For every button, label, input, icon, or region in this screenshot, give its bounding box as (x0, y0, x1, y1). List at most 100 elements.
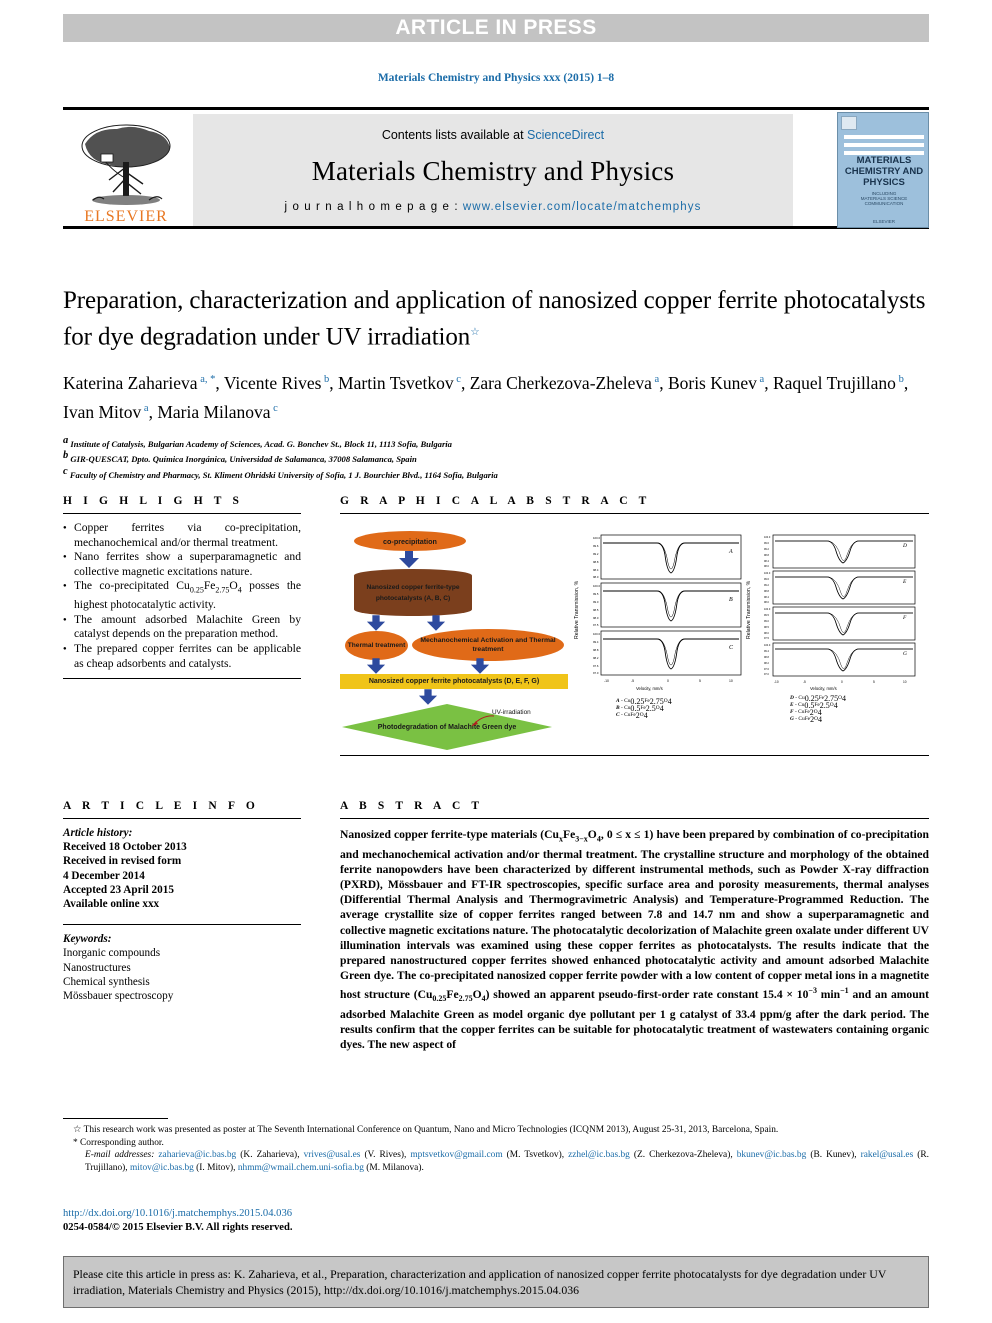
svg-text:99.2: 99.2 (764, 584, 769, 587)
abstract-text: Nanosized copper ferrite-type materials … (340, 828, 929, 1052)
svg-text:98.0: 98.0 (593, 575, 599, 579)
contents-prefix: Contents lists available at (381, 128, 528, 142)
elsevier-tree-icon (71, 122, 181, 208)
keywords-lines: Inorganic compounds Nanostructures Chemica… (63, 946, 301, 1003)
email-link[interactable]: vrives@usal.es (304, 1150, 361, 1160)
highlights-heading: H I G H L I G H T S (63, 495, 244, 507)
svg-text:-5: -5 (803, 680, 806, 684)
author-affiliation-marker: b (321, 374, 330, 386)
svg-text:100.0: 100.0 (764, 608, 771, 611)
citation-notice-text: Please cite this article in press as: K.… (73, 1267, 887, 1297)
masthead-center: Contents lists available at ScienceDirec… (193, 114, 793, 226)
svg-text:97.5: 97.5 (764, 637, 769, 640)
doi-link[interactable]: http://dx.doi.org/10.1016/j.matchemphys.… (63, 1207, 929, 1221)
svg-text:F: F (902, 615, 907, 621)
svg-text:10: 10 (903, 680, 907, 684)
svg-text:98.4: 98.4 (764, 560, 769, 563)
homepage-url-link[interactable]: www.elsevier.com/locate/matchemphys (463, 201, 702, 213)
uv-arrow-icon (466, 714, 496, 735)
page-title: Preparation, characterization and applic… (63, 285, 929, 353)
email-addresses-label: E-mail addresses: (85, 1150, 155, 1161)
svg-text:-10: -10 (604, 679, 609, 683)
article-info-top-rule (63, 818, 301, 819)
flow-node-nanosized-ferrite-abc: Nanosized copper ferrite-type photocatal… (354, 569, 472, 616)
cover-footer: ELSEVIER (872, 219, 895, 224)
footnote-corresponding-marker: * (73, 1137, 78, 1148)
keywords-label: Keywords: (63, 933, 112, 946)
abstract-block: A B S T R A C T Nanosized copper ferrite… (340, 800, 929, 1052)
svg-text:5: 5 (699, 679, 701, 683)
cover-title: MATERIALS CHEMISTRY AND PHYSICS (838, 155, 928, 188)
author-affiliation-marker: a (756, 374, 765, 386)
title-footnote-marker: ☆ (470, 327, 480, 338)
svg-text:100.0: 100.0 (764, 572, 771, 575)
graphical-abstract-top-rule (340, 513, 929, 514)
email-link[interactable]: mptsvetkov@gmail.com (410, 1150, 502, 1160)
highlight-item: The amount adsorbed Malachite Green by c… (63, 613, 301, 642)
svg-text:98.8: 98.8 (764, 590, 769, 593)
graphical-abstract-figure: co-precipitation Nanosized copper ferrit… (340, 523, 929, 755)
uv-irradiation-label: UV-irradiation (492, 709, 531, 716)
highlights-bottom-rule (63, 678, 301, 680)
svg-text:-5: -5 (631, 679, 634, 683)
author-affiliation-marker: c (270, 403, 278, 415)
email-link[interactable]: mitov@ic.bas.bg (130, 1163, 194, 1173)
keywords-rule (63, 924, 301, 926)
affiliation-item: a Institute of Catalysis, Bulgarian Acad… (63, 434, 452, 449)
cover-title-line1: MATERIALS (856, 155, 912, 166)
svg-text:98.4: 98.4 (593, 568, 599, 572)
flow-node-co-precipitation: co-precipitation (354, 531, 466, 551)
journal-homepage-line: j o u r n a l h o m e p a g e : www.else… (285, 201, 702, 213)
spectra-right-xlabel: Velocity, mm/s (810, 686, 837, 691)
email-owner: (V. Rives) (364, 1150, 404, 1161)
svg-text:99.4: 99.4 (764, 650, 769, 653)
svg-text:97.6: 97.6 (764, 668, 769, 671)
doi-and-copyright: http://dx.doi.org/10.1016/j.matchemphys.… (63, 1207, 929, 1235)
article-history-item: Available online xxx (63, 898, 160, 911)
sciencedirect-link[interactable]: ScienceDirect (527, 128, 604, 142)
cover-title-line2: CHEMISTRY AND (844, 166, 924, 177)
svg-text:E: E (902, 579, 907, 585)
email-owner: (M. Tsvetkov) (506, 1150, 562, 1161)
svg-text:99.2: 99.2 (764, 548, 769, 551)
email-link[interactable]: rakel@usal.es (861, 1150, 914, 1160)
article-history-item: Received 18 October 2013 (63, 841, 187, 854)
author-list: Katerina Zaharieva a, *, Vicente Rives b… (63, 373, 909, 422)
footnote-star: ☆ This research work was presented as po… (63, 1124, 929, 1137)
affiliation-marker: a (63, 434, 69, 446)
svg-text:98.0: 98.0 (764, 601, 769, 604)
article-history-label: Article history: (63, 827, 133, 839)
elsevier-wordmark: ELSEVIER (84, 208, 168, 225)
email-link[interactable]: nhmm@wmail.chem.uni-sofia.bg (238, 1163, 364, 1173)
svg-text:0: 0 (841, 680, 843, 684)
author-name: Martin Tsvetkov (338, 373, 454, 394)
right-column: G R A P H I C A L A B S T R A C T co-pre… (340, 495, 929, 756)
svg-text:C: C (729, 645, 734, 651)
svg-text:99.4: 99.4 (593, 640, 599, 644)
affiliation-marker: b (63, 450, 69, 462)
email-link[interactable]: bkunev@ic.bas.bg (737, 1150, 807, 1160)
flow-node-mechanochemical-activation: Mechanochemical Activation and Thermal t… (412, 629, 564, 661)
mossbauer-spectra-figure: Relative Transmission, % 100.099.699.2 (568, 523, 929, 753)
email-link[interactable]: zaharieva@ic.bas.bg (158, 1150, 236, 1160)
flow-node-thermal-treatment: Thermal treatment (345, 631, 408, 660)
footnote-emails: E-mail addresses: zaharieva@ic.bas.bg (K… (63, 1149, 929, 1174)
svg-text:98.5: 98.5 (764, 626, 769, 629)
svg-text:98.8: 98.8 (593, 560, 599, 564)
svg-text:99.6: 99.6 (593, 544, 599, 548)
article-history-item: Received in revised form (63, 855, 182, 868)
journal-cover-thumbnail: MATERIALS CHEMISTRY AND PHYSICS INCLUDIN… (837, 112, 929, 228)
homepage-prefix: j o u r n a l h o m e p a g e : (284, 201, 463, 213)
email-link[interactable]: zzhel@ic.bas.bg (568, 1150, 630, 1160)
svg-text:97.0: 97.0 (593, 671, 599, 675)
copyright-line: 0254-0584/© 2015 Elsevier B.V. All right… (63, 1222, 293, 1233)
keyword-item: Chemical synthesis (63, 975, 150, 988)
spectra-right-legend: D - Cu0.25Fe2.75O4 E - Cu0.5Fe2.5O4 F - Cu… (790, 695, 846, 724)
svg-text:100.0: 100.0 (764, 536, 771, 539)
article-history-lines: Received 18 October 2013 Received in revi… (63, 840, 301, 911)
spectra-left-xlabel: Velocity, mm/s (636, 686, 663, 691)
footnote-star-text: This research work was presented as post… (83, 1125, 779, 1135)
svg-text:98.4: 98.4 (764, 596, 769, 599)
title-block: Preparation, characterization and applic… (63, 285, 929, 481)
keywords-block: Keywords: Inorganic compounds Nanostructu… (63, 932, 301, 1003)
